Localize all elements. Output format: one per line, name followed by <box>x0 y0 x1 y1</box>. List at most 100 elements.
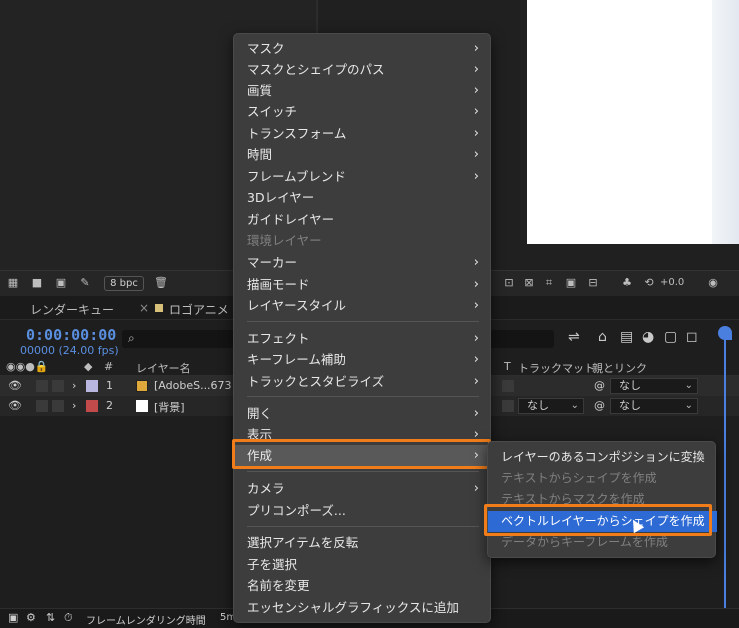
expand-chevron-icon[interactable]: › <box>72 379 76 392</box>
trackmatte-toggle[interactable] <box>502 400 514 412</box>
tab-logo-animation[interactable]: ロゴアニメ <box>169 301 229 318</box>
trackmatte-toggle[interactable] <box>502 380 514 392</box>
fast-preview-icon[interactable]: ⊟ <box>586 277 600 289</box>
eye-icon[interactable]: 👁 <box>8 399 22 412</box>
layer-context-menu: マスク › マスクとシェイプのパス › 画質 › スイッチ › トランスフォーム › 時間… <box>233 33 492 623</box>
menu-item-label: トランスフォーム <box>247 126 347 141</box>
timeline-search-field[interactable] <box>490 330 554 348</box>
menu-item-quality[interactable]: 画質 › <box>234 80 492 101</box>
eye-icon[interactable]: 👁 <box>8 379 22 392</box>
composition-icon[interactable]: ▣ <box>54 277 68 289</box>
menu-item-label: マスク <box>247 41 285 56</box>
menu-item-select-children[interactable]: 子を選択 <box>234 554 492 575</box>
pickwhip-icon[interactable]: @ <box>594 379 605 392</box>
composition-canvas[interactable] <box>527 0 739 244</box>
folder-icon[interactable]: ■ <box>30 277 44 289</box>
composition-icon[interactable]: ▣ <box>8 611 18 624</box>
vector-shape-highlight-frame <box>484 504 712 536</box>
label-color-swatch[interactable] <box>86 380 98 392</box>
layer-switches-icon[interactable]: ⚙ <box>26 611 36 624</box>
solo-toggle[interactable] <box>52 380 64 392</box>
menu-item-label: トラックとスタビライズ <box>247 374 385 389</box>
motion-blur-icon[interactable]: ◕ <box>642 329 654 345</box>
chevron-right-icon: › <box>473 104 479 119</box>
shy-layers-icon[interactable]: ⌂ <box>598 329 607 345</box>
chevron-right-icon: › <box>473 352 479 367</box>
submenu-item-label: テキストからシェイプを作成 <box>501 471 657 485</box>
menu-item-label: スイッチ <box>247 104 298 119</box>
canvas-artwork-edge <box>712 0 739 244</box>
menu-item-guide-layer[interactable]: ガイドレイヤー <box>234 209 492 230</box>
menu-item-effect[interactable]: エフェクト › <box>234 328 492 349</box>
menu-item-label: レイヤースタイル <box>247 298 347 313</box>
chevron-right-icon: › <box>473 169 479 184</box>
menu-item-label: 名前を変更 <box>247 578 310 593</box>
label-column-icon[interactable]: ◆ <box>84 360 92 373</box>
layer-name[interactable]: [AdobeS...673 <box>154 379 232 392</box>
audio-toggle[interactable] <box>36 400 48 412</box>
menu-item-switches[interactable]: スイッチ › <box>234 101 492 122</box>
render-time-icon[interactable]: ⏱ <box>64 611 73 625</box>
composition-settings-icon[interactable]: ◻ <box>686 329 698 345</box>
transfer-controls-icon[interactable]: ⇅ <box>46 611 55 624</box>
composition-flowchart-icon[interactable]: ⇌ <box>568 329 580 345</box>
tab-render-queue[interactable]: レンダーキュー <box>30 301 114 318</box>
create-highlight-frame <box>232 439 491 469</box>
menu-item-time[interactable]: 時間 › <box>234 144 492 165</box>
layer-name[interactable]: [背景] <box>154 399 185 415</box>
parent-column-header[interactable]: 親とリンク <box>592 360 647 376</box>
current-timecode[interactable]: 0:00:00:00 <box>26 326 116 344</box>
bit-depth-button[interactable]: 8 bpc <box>104 276 144 291</box>
menu-item-layer-styles[interactable]: レイヤースタイル › <box>234 295 492 316</box>
trackmatte-dropdown[interactable]: なし ⌄ <box>518 398 584 414</box>
audio-toggle[interactable] <box>36 380 48 392</box>
close-icon[interactable]: × <box>139 301 149 315</box>
label-color-swatch[interactable] <box>86 400 98 412</box>
menu-item-camera[interactable]: カメラ › <box>234 478 492 499</box>
submenu-item-convert-to-layered-comp[interactable]: レイヤーのあるコンポジションに変換 <box>488 447 717 468</box>
menu-item-track-stabilize[interactable]: トラックとスタビライズ › <box>234 371 492 392</box>
pen-icon[interactable]: ✎ <box>78 277 92 289</box>
submenu-item-label: データからキーフレームを作成 <box>501 535 668 549</box>
menu-item-3d-layer[interactable]: 3Dレイヤー <box>234 187 492 208</box>
exposure-reset-icon[interactable]: ⟲ <box>642 277 656 289</box>
chevron-down-icon: ⌄ <box>684 400 693 411</box>
camera-icon[interactable]: ◉ <box>706 277 720 289</box>
grid-icon[interactable]: ⊠ <box>522 277 536 289</box>
menu-item-invert-selection[interactable]: 選択アイテムを反転 <box>234 532 492 553</box>
region-icon[interactable]: ⌗ <box>542 277 556 289</box>
menu-item-rename[interactable]: 名前を変更 <box>234 575 492 596</box>
graph-editor-icon[interactable]: ▢ <box>664 329 677 345</box>
layer-search-input[interactable]: ⌕ <box>122 330 250 348</box>
layer-name-column-header[interactable]: レイヤー名 <box>136 360 191 376</box>
frame-blending-icon[interactable]: ▤ <box>620 329 633 345</box>
parent-dropdown[interactable]: なし ⌄ <box>610 398 698 414</box>
menu-item-marker[interactable]: マーカー › <box>234 252 492 273</box>
menu-item-keyframe-assistant[interactable]: キーフレーム補助 › <box>234 349 492 370</box>
menu-item-label: フレームブレンド <box>247 169 346 184</box>
trash-icon[interactable]: 🗑 <box>154 277 168 289</box>
transparency-icon[interactable]: ▣ <box>564 277 578 289</box>
chevron-right-icon: › <box>473 255 479 270</box>
exposure-value[interactable]: +0.0 <box>660 277 684 288</box>
expand-chevron-icon[interactable]: › <box>72 399 76 412</box>
menu-item-open[interactable]: 開く › <box>234 403 492 424</box>
menu-item-mask[interactable]: マスク › <box>234 38 492 59</box>
playhead-line[interactable] <box>724 328 726 628</box>
menu-item-transform[interactable]: トランスフォーム › <box>234 123 492 144</box>
flowchart-icon[interactable]: ▦ <box>6 277 20 289</box>
menu-item-add-to-essential-graphics[interactable]: エッセンシャルグラフィックスに追加 <box>234 597 492 618</box>
visibility-column-icon[interactable]: ◉◉●🔒 <box>6 360 49 373</box>
submenu-item-create-shapes-from-text: テキストからシェイプを作成 <box>488 468 717 489</box>
parent-dropdown[interactable]: なし ⌄ <box>610 378 698 394</box>
solo-toggle[interactable] <box>52 400 64 412</box>
chevron-down-icon: ⌄ <box>570 400 579 411</box>
menu-item-mask-shape-path[interactable]: マスクとシェイプのパス › <box>234 59 492 80</box>
menu-item-frame-blend[interactable]: フレームブレンド › <box>234 166 492 187</box>
menu-item-precompose[interactable]: プリコンポーズ... <box>234 500 492 521</box>
trackmatte-column-header[interactable]: トラックマット <box>518 360 595 376</box>
snapshot-icon[interactable]: ⊡ <box>502 277 516 289</box>
pickwhip-icon[interactable]: @ <box>594 399 605 412</box>
menu-item-blend-mode[interactable]: 描画モード › <box>234 274 492 295</box>
channel-icon[interactable]: ♣ <box>620 277 634 289</box>
